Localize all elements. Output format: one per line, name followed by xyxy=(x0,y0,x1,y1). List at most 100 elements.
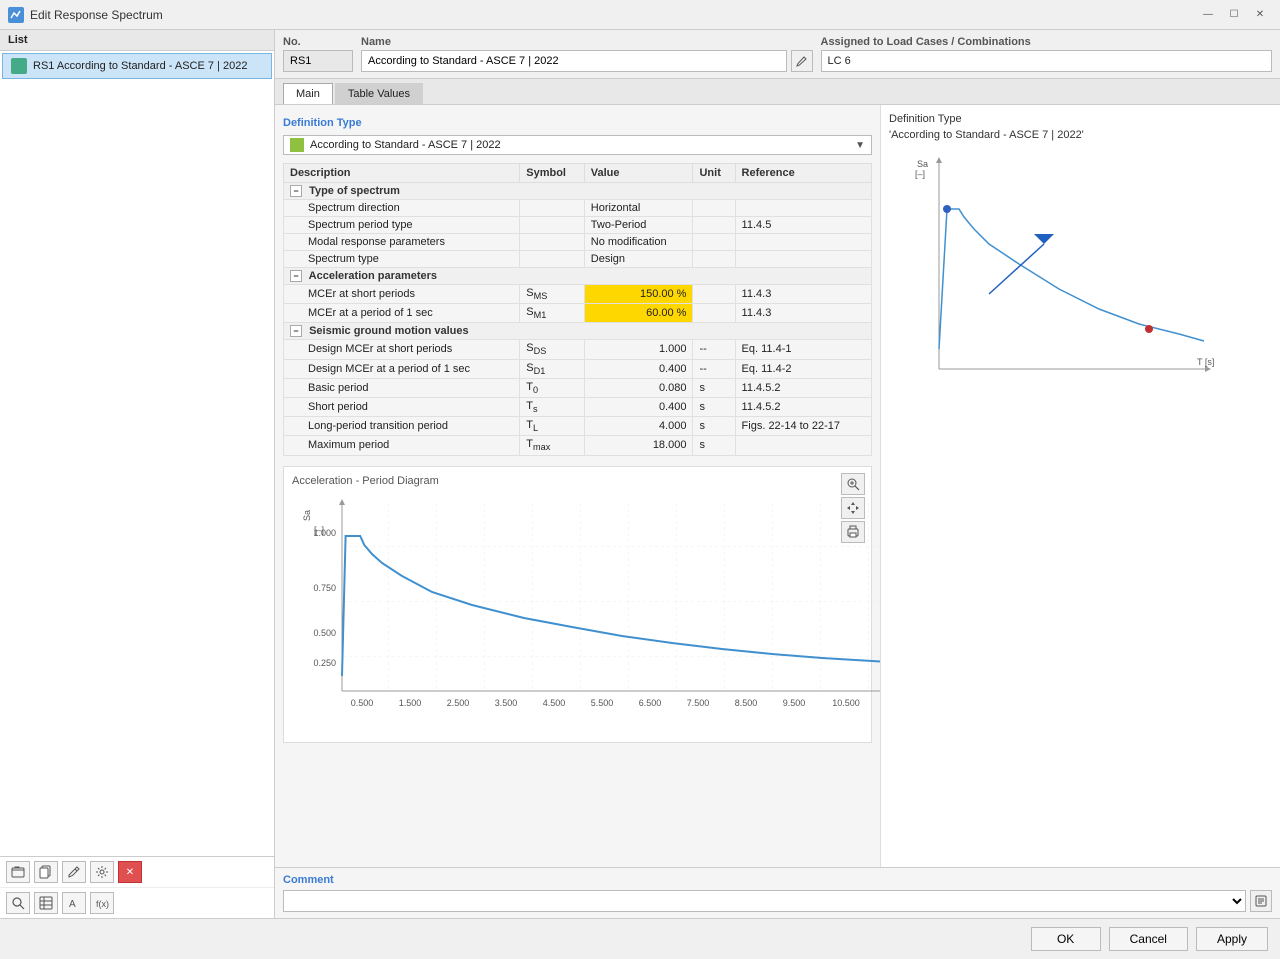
val-sds: 1.000 xyxy=(584,340,693,359)
sym-spectrum-direction xyxy=(520,200,585,217)
name-input[interactable] xyxy=(361,50,787,72)
ref-spectrum-direction xyxy=(735,200,871,217)
svg-text:[–]: [–] xyxy=(915,169,925,179)
comment-label: Comment xyxy=(283,874,1272,886)
maximize-button[interactable]: ☐ xyxy=(1222,5,1246,25)
table-row: Spectrum type Design xyxy=(284,251,872,268)
col-unit: Unit xyxy=(693,164,735,183)
desc-sm1: MCEr at a period of 1 sec xyxy=(284,304,520,323)
chart-zoom-button[interactable] xyxy=(841,473,865,495)
formula-button[interactable]: f(x) xyxy=(90,892,114,914)
chart-print-button[interactable] xyxy=(841,521,865,543)
text-button[interactable]: A xyxy=(62,892,86,914)
section-seismic-ground: − Seismic ground motion values xyxy=(284,323,872,340)
table-row: MCEr at a period of 1 sec SM1 60.00 % 11… xyxy=(284,304,872,323)
svg-text:9.500: 9.500 xyxy=(783,698,806,708)
val-period-type: Two-Period xyxy=(584,217,693,234)
rename-button[interactable] xyxy=(62,861,86,883)
dropdown-color-indicator xyxy=(290,138,304,152)
svg-text:8.500: 8.500 xyxy=(735,698,758,708)
comment-edit-button[interactable] xyxy=(1250,890,1272,912)
ok-button[interactable]: OK xyxy=(1031,927,1101,951)
table-row: Maximum period Tmax 18.000 s xyxy=(284,436,872,455)
svg-text:A: A xyxy=(69,899,76,910)
table-row: Spectrum period type Two-Period 11.4.5 xyxy=(284,217,872,234)
svg-text:Sa: Sa xyxy=(917,159,928,169)
val-spectrum-direction: Horizontal xyxy=(584,200,693,217)
val-tl: 4.000 xyxy=(584,417,693,436)
name-label: Name xyxy=(361,36,813,48)
parameters-table: Description Symbol Value Unit Reference xyxy=(283,163,872,456)
val-sms[interactable]: 150.00 % xyxy=(584,285,693,304)
preview-def-type-label: Definition Type xyxy=(889,113,1272,125)
left-panel: List RS1 According to Standard - ASCE 7 … xyxy=(0,30,275,918)
ref-tmax xyxy=(735,436,871,455)
desc-spectrum-direction: Spectrum direction xyxy=(284,200,520,217)
tab-table-values[interactable]: Table Values xyxy=(335,83,423,104)
section-acceleration-params: − Acceleration parameters xyxy=(284,268,872,285)
list-item[interactable]: RS1 According to Standard - ASCE 7 | 202… xyxy=(2,53,272,79)
bottom-bar: OK Cancel Apply xyxy=(0,918,1280,959)
table-button[interactable] xyxy=(34,892,58,914)
ref-ts: 11.4.5.2 xyxy=(735,397,871,416)
sym-spectrum-type xyxy=(520,251,585,268)
app-icon xyxy=(8,7,24,23)
title-bar: Edit Response Spectrum — ☐ ✕ xyxy=(0,0,1280,30)
apply-button[interactable]: Apply xyxy=(1196,927,1268,951)
svg-text:10.500: 10.500 xyxy=(832,698,860,708)
close-button[interactable]: ✕ xyxy=(1248,5,1272,25)
comment-input[interactable] xyxy=(283,890,1246,912)
col-value: Value xyxy=(584,164,693,183)
col-description: Description xyxy=(284,164,520,183)
ref-sd1: Eq. 11.4-2 xyxy=(735,359,871,378)
delete-button[interactable]: ✕ xyxy=(118,861,142,883)
val-tmax: 18.000 xyxy=(584,436,693,455)
table-row: Design MCEr at short periods SDS 1.000 -… xyxy=(284,340,872,359)
name-edit-button[interactable] xyxy=(791,50,813,72)
ref-tl: Figs. 22-14 to 22-17 xyxy=(735,417,871,436)
definition-type-dropdown[interactable]: According to Standard - ASCE 7 | 2022 ▼ xyxy=(283,135,872,155)
sym-sd1: SD1 xyxy=(520,359,585,378)
unit-spectrum-direction xyxy=(693,200,735,217)
tab-main[interactable]: Main xyxy=(283,83,333,104)
preview-def-type-value: 'According to Standard - ASCE 7 | 2022' xyxy=(889,129,1272,141)
svg-text:1.500: 1.500 xyxy=(399,698,422,708)
collapse-icon[interactable]: − xyxy=(290,325,302,337)
section-type-of-spectrum: − Type of spectrum xyxy=(284,183,872,200)
svg-text:[–]: [–] xyxy=(314,525,324,535)
collapse-icon[interactable]: − xyxy=(290,270,302,282)
desc-tmax: Maximum period xyxy=(284,436,520,455)
sym-t0: T0 xyxy=(520,378,585,397)
sym-sm1: SM1 xyxy=(520,304,585,323)
val-sm1[interactable]: 60.00 % xyxy=(584,304,693,323)
comment-section: Comment xyxy=(275,867,1280,918)
settings-button[interactable] xyxy=(90,861,114,883)
add-folder-button[interactable] xyxy=(6,861,30,883)
svg-text:0.500: 0.500 xyxy=(313,628,336,638)
table-row: Short period Ts 0.400 s 11.4.5.2 xyxy=(284,397,872,416)
cancel-button[interactable]: Cancel xyxy=(1109,927,1188,951)
svg-text:T [s]: T [s] xyxy=(1197,357,1214,367)
svg-text:0.750: 0.750 xyxy=(313,583,336,593)
collapse-icon[interactable]: − xyxy=(290,185,302,197)
window-title: Edit Response Spectrum xyxy=(30,8,1196,22)
unit-modal-response xyxy=(693,234,735,251)
sym-tl: TL xyxy=(520,417,585,436)
minimize-button[interactable]: — xyxy=(1196,5,1220,25)
section-label: Seismic ground motion values xyxy=(309,325,469,337)
unit-ts: s xyxy=(693,397,735,416)
dropdown-arrow-icon: ▼ xyxy=(855,140,865,151)
sym-period-type xyxy=(520,217,585,234)
svg-text:f(x): f(x) xyxy=(96,899,109,909)
unit-sd1: -- xyxy=(693,359,735,378)
chart-pan-button[interactable] xyxy=(841,497,865,519)
search-button[interactable] xyxy=(6,892,30,914)
comment-row xyxy=(283,890,1272,912)
sym-tmax: Tmax xyxy=(520,436,585,455)
sym-sms: SMS xyxy=(520,285,585,304)
val-t0: 0.080 xyxy=(584,378,693,397)
copy-button[interactable] xyxy=(34,861,58,883)
no-input[interactable] xyxy=(283,50,353,72)
window-controls: — ☐ ✕ xyxy=(1196,5,1272,25)
svg-text:0.500: 0.500 xyxy=(351,698,374,708)
